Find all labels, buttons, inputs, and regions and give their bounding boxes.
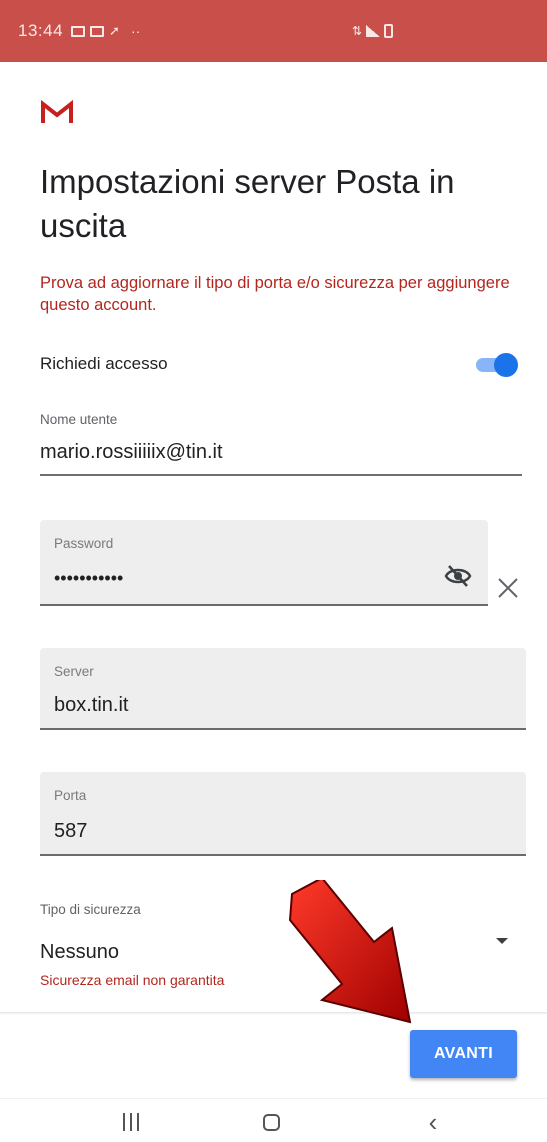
require-login-toggle[interactable] [476, 353, 518, 377]
password-field[interactable]: Password ••••••••••• [40, 520, 488, 606]
notification-icons: ➚ ·· [71, 23, 140, 39]
dropdown-arrow-icon[interactable] [496, 938, 508, 944]
password-label: Password [54, 536, 114, 551]
signal-bars-icon [366, 25, 381, 37]
username-field[interactable]: Nome utente mario.rossiiiiix@tin.it [40, 412, 522, 476]
status-bar: 13:44 ➚ ·· ⇅ [0, 0, 547, 62]
system-icons: ⇅ [352, 24, 394, 38]
error-message: Prova ad aggiornare il tipo di porta e/o… [40, 274, 510, 314]
port-field[interactable]: Porta 587 [40, 772, 526, 856]
server-label: Server [54, 664, 94, 679]
more-notifications-icon: ·· [130, 23, 141, 39]
require-login-label: Richiedi accesso [40, 354, 168, 373]
close-icon[interactable] [494, 574, 522, 602]
username-label: Nome utente [40, 412, 118, 427]
signal-arrow-icon: ➚ [109, 23, 120, 38]
page-title: Impostazioni server Posta in uscita [40, 163, 455, 244]
gallery-icon [71, 25, 86, 37]
password-input[interactable]: ••••••••••• [54, 568, 123, 589]
red-arrow-annotation [288, 880, 412, 1024]
port-input[interactable]: 587 [54, 820, 87, 843]
data-transfer-icon: ⇅ [352, 24, 363, 38]
server-input[interactable]: box.tin.it [54, 694, 128, 717]
next-button[interactable]: AVANTI [410, 1030, 517, 1078]
navigation-bar: ‹ [0, 1098, 547, 1142]
username-input[interactable]: mario.rossiiiiix@tin.it [40, 441, 522, 464]
gmail-m-icon [41, 100, 73, 123]
back-icon[interactable]: ‹ [420, 1107, 446, 1137]
status-time: 13:44 [18, 21, 64, 40]
port-label: Porta [54, 788, 87, 803]
security-help-text: Sicurezza email non garantita [40, 972, 225, 988]
visibility-off-icon[interactable] [444, 562, 472, 590]
require-login-row[interactable]: Richiedi accesso [40, 350, 522, 378]
battery-icon [384, 24, 394, 38]
server-field[interactable]: Server box.tin.it [40, 648, 526, 730]
image-icon [90, 25, 105, 37]
recent-apps-icon[interactable] [118, 1109, 144, 1135]
home-icon[interactable] [258, 1109, 284, 1135]
